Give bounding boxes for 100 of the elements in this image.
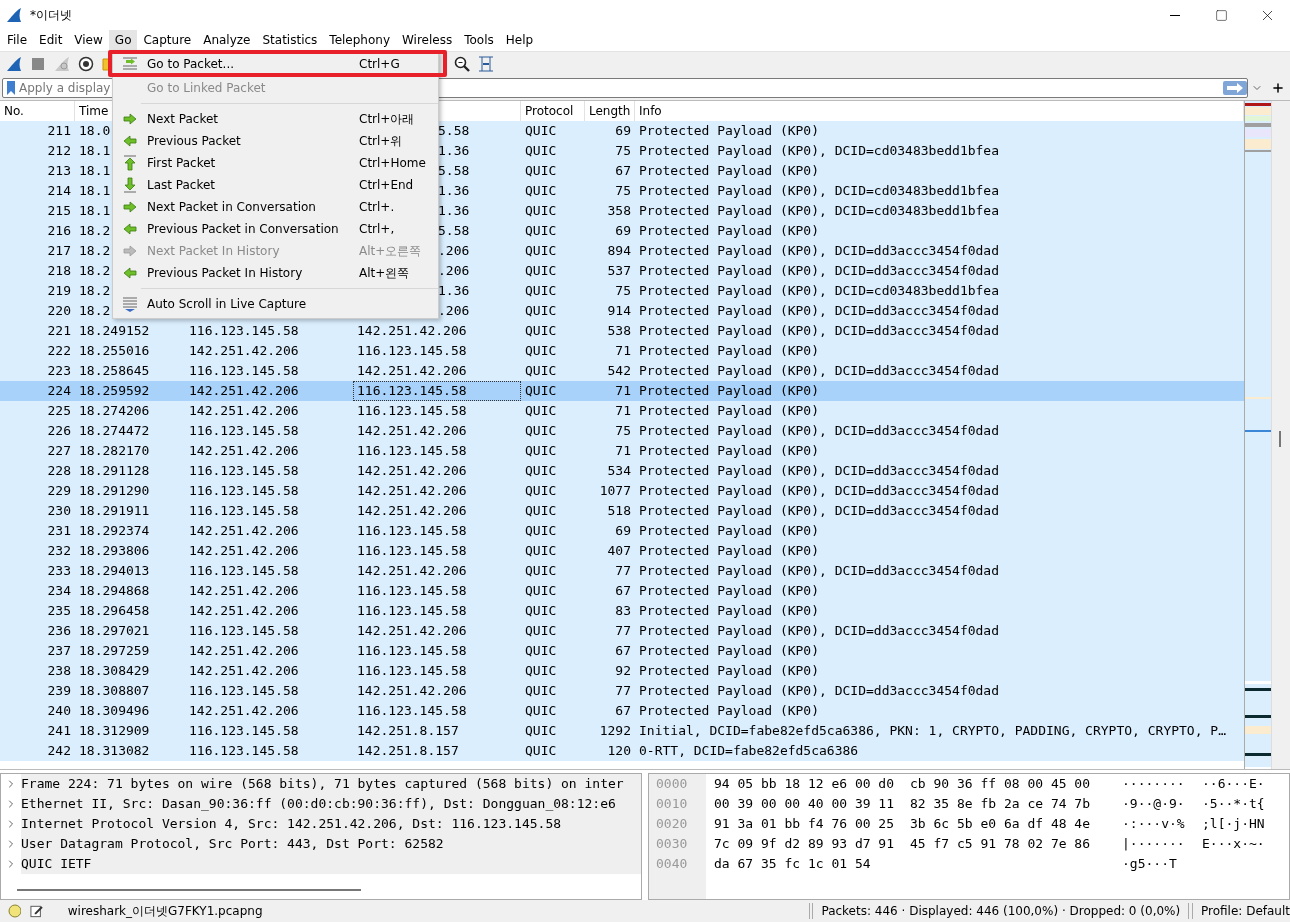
table-cell-text: QUIC — [524, 281, 558, 300]
packet-row[interactable]: 236 18.297021 116.123.145.58 142.251.42.206 QUIC 77 Protected Payload (KP0), DCID=dd3accc3454f0dad — [0, 620, 1244, 641]
table-cell-text: 71 — [614, 441, 632, 460]
packet-row[interactable]: 233 18.294013 116.123.145.58 142.251.42.206 QUIC 77 Protected Payload (KP0), DCID=dd3accc3454f0dad — [0, 560, 1244, 581]
column-header[interactable]: Info — [635, 100, 1244, 121]
packet-row[interactable]: 228 18.291128 116.123.145.58 142.251.42.206 QUIC 534 Protected Payload (KP0), DCID=dd3accc3454f0dad — [0, 460, 1244, 481]
table-cell-text: 18.297259 — [78, 641, 151, 660]
packet-row[interactable]: 234 18.294868 142.251.42.206 116.123.145.58 QUIC 67 Protected Payload (KP0) — [0, 580, 1244, 601]
table-cell-text: 5.58 — [437, 221, 471, 240]
profile-label[interactable]: Profile: Default — [1201, 904, 1290, 919]
menu-item[interactable]: Edit — [33, 30, 69, 50]
menu-item[interactable]: Help — [499, 30, 540, 50]
hex-bytes: 3b 6c 5b e0 6a df 48 4e — [910, 814, 1091, 833]
scrollbar[interactable] — [1271, 100, 1290, 769]
table-cell-text: 232 — [46, 541, 72, 560]
table-cell-text: QUIC — [524, 321, 558, 340]
window-title: *이더넷 — [30, 6, 73, 24]
menu-item[interactable]: Statistics — [256, 30, 324, 50]
apply-button[interactable] — [1223, 80, 1247, 95]
menu-item[interactable]: View — [68, 30, 109, 50]
menu-item[interactable]: Go to Packet... Ctrl+G — [108, 50, 447, 77]
table-cell-text: Protected Payload (KP0), DCID=cd03483bedd1bfea — [638, 181, 1001, 200]
menu-item[interactable]: Analyze — [197, 30, 257, 50]
table-cell-text: 227 — [46, 441, 72, 460]
table-cell-text: 358 — [606, 201, 632, 220]
table-cell-text: 894 — [606, 241, 632, 260]
packet-row[interactable]: 231 18.292374 142.251.42.206 116.123.145.58 QUIC 69 Protected Payload (KP0) — [0, 520, 1244, 541]
arrow-right-icon — [123, 201, 137, 213]
packet-row[interactable]: 229 18.291290 116.123.145.58 142.251.42.206 QUIC 1077 Protected Payload (KP0), DCID=dd3accc3454f0dad — [0, 480, 1244, 501]
table-cell-text: 5.58 — [437, 161, 471, 180]
table-cell-text: Protected Payload (KP0), DCID=dd3accc3454f0dad — [638, 481, 1001, 500]
table-cell-text: 224 — [46, 381, 72, 400]
shortcut-label: Alt+오른쪽 — [359, 242, 423, 260]
table-cell-text: 142.251.42.206 — [188, 341, 300, 360]
table-cell-text: 116.123.145.58 — [356, 341, 468, 360]
packet-row[interactable]: 240 18.309496 142.251.42.206 116.123.145.58 QUIC 67 Protected Payload (KP0) — [0, 700, 1244, 721]
packet-row[interactable]: 226 18.274472 116.123.145.58 142.251.42.206 QUIC 75 Protected Payload (KP0), DCID=dd3accc3454f0dad — [0, 420, 1244, 441]
table-cell-text: 71 — [614, 341, 632, 360]
table-cell-text: 116.123.145.58 — [356, 701, 468, 720]
packet-row[interactable]: 221 18.249152 116.123.145.58 142.251.42.206 QUIC 538 Protected Payload (KP0), DCID=dd3accc3454f0dad — [0, 320, 1244, 341]
menu-item-label: Previous Packet in Conversation — [147, 222, 340, 236]
table-cell-text: QUIC — [524, 141, 558, 160]
packet-row[interactable]: 242 18.313082 116.123.145.58 142.251.8.157 QUIC 120 0-RTT, DCID=fabe82efd5ca6386 — [0, 740, 1244, 761]
ascii-bytes: ·5··*·t{ — [1202, 794, 1266, 813]
menu-item[interactable]: Capture — [137, 30, 198, 50]
table-cell-text: QUIC — [524, 501, 558, 520]
table-cell-text: 18.308807 — [78, 681, 151, 700]
packet-row[interactable]: 232 18.293806 142.251.42.206 116.123.145.58 QUIC 407 Protected Payload (KP0) — [0, 540, 1244, 561]
menu-item[interactable]: Wireless — [396, 30, 459, 50]
table-cell-text: 67 — [614, 701, 632, 720]
resize-columns-button[interactable] — [476, 54, 496, 75]
table-cell-text: 116.123.145.58 — [188, 321, 300, 340]
menu-item-label: Go to Linked Packet — [147, 81, 267, 95]
table-cell-text: QUIC — [524, 681, 558, 700]
table-cell-text: 18.1 — [78, 201, 112, 220]
packet-row[interactable]: 223 18.258645 116.123.145.58 142.251.42.206 QUIC 542 Protected Payload (KP0), DCID=dd3accc3454f0dad — [0, 360, 1244, 381]
menu-item[interactable]: Tools — [458, 30, 500, 50]
table-cell-text: 407 — [606, 541, 632, 560]
table-cell-text: 213 — [46, 161, 72, 180]
menu-item[interactable]: Telephony — [323, 30, 396, 50]
menu-item[interactable]: Go — [108, 30, 138, 50]
column-header[interactable]: No. — [0, 100, 75, 121]
table-cell-text: QUIC — [524, 181, 558, 200]
table-cell-text: 18.308429 — [78, 661, 151, 680]
packet-row[interactable]: 230 18.291911 116.123.145.58 142.251.42.206 QUIC 518 Protected Payload (KP0), DCID=dd3accc3454f0dad — [0, 500, 1244, 521]
edit-note-icon[interactable] — [30, 904, 44, 919]
table-cell-text: QUIC — [524, 601, 558, 620]
table-cell-text: QUIC — [524, 641, 558, 660]
table-cell-text: 234 — [46, 581, 72, 600]
packet-row[interactable]: 239 18.308807 116.123.145.58 142.251.42.206 QUIC 77 Protected Payload (KP0), DCID=dd3accc3454f0dad — [0, 680, 1244, 701]
table-cell-text: QUIC — [524, 521, 558, 540]
table-cell-text: Protected Payload (KP0) — [638, 661, 820, 680]
packet-row[interactable]: 227 18.282170 142.251.42.206 116.123.145.58 QUIC 71 Protected Payload (KP0) — [0, 440, 1244, 461]
table-cell-text: 69 — [614, 521, 632, 540]
scrollbar[interactable] — [17, 889, 361, 892]
table-cell: 116.123.145.58 — [353, 380, 521, 401]
table-cell-text: QUIC — [524, 561, 558, 580]
table-cell-text: 18.2 — [78, 281, 112, 300]
packet-row[interactable]: 225 18.274206 142.251.42.206 116.123.145.58 QUIC 71 Protected Payload (KP0) — [0, 400, 1244, 421]
packet-row[interactable]: 237 18.297259 142.251.42.206 116.123.145.58 QUIC 67 Protected Payload (KP0) — [0, 640, 1244, 661]
ascii-bytes: ··6···E· — [1202, 774, 1266, 793]
table-cell-text: 18.282170 — [78, 441, 151, 460]
menu-item[interactable]: File — [1, 30, 34, 50]
menu-item[interactable]: Previous Packet in Conversation Ctrl+, — [113, 218, 438, 240]
table-cell-text: QUIC — [524, 661, 558, 680]
table-cell-text: 18.291128 — [78, 461, 151, 480]
hex-bytes: 91 3a 01 bb f4 76 00 25 — [714, 814, 895, 833]
packet-row[interactable]: 235 18.296458 142.251.42.206 116.123.145.58 QUIC 83 Protected Payload (KP0) — [0, 600, 1244, 621]
table-cell-text: 239 — [46, 681, 72, 700]
table-cell-text: 77 — [614, 561, 632, 580]
column-header[interactable]: Protocol — [521, 100, 585, 121]
table-cell-text: 142.251.42.206 — [356, 681, 468, 700]
packet-row[interactable]: 222 18.255016 142.251.42.206 116.123.145.58 QUIC 71 Protected Payload (KP0) — [0, 340, 1244, 361]
packet-row[interactable]: 238 18.308429 142.251.42.206 116.123.145.58 QUIC 92 Protected Payload (KP0) — [0, 660, 1244, 681]
packet-row[interactable]: 224 18.259592 142.251.42.206 116.123.145.58 QUIC 71 Protected Payload (KP0) — [0, 380, 1244, 401]
table-cell-text: QUIC — [524, 121, 558, 140]
column-header[interactable]: Length — [585, 100, 635, 121]
packet-row[interactable]: 241 18.312909 116.123.145.58 142.251.8.157 QUIC 1292 Initial, DCID=fabe82efd5ca6386, PKN: 1, CRYPTO, PADDING, CRYPTO, CRYPTO, P… — [0, 720, 1244, 741]
table-cell-text: 18.2 — [78, 221, 112, 240]
hex-bytes: 7c 09 9f d2 89 93 d7 91 — [714, 834, 895, 853]
